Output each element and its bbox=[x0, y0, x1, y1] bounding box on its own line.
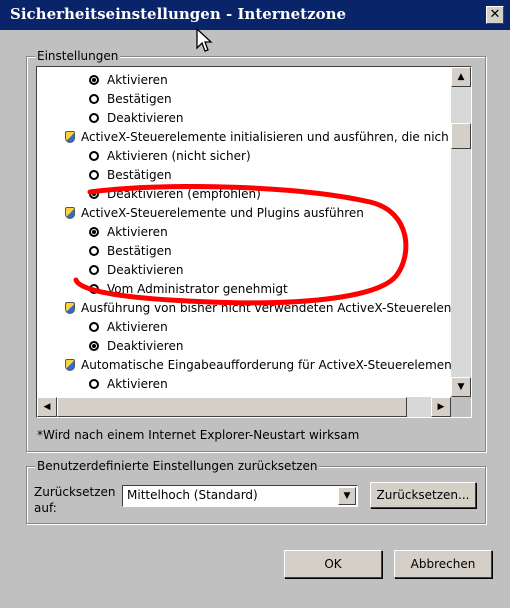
radio-checked-icon[interactable] bbox=[89, 341, 99, 351]
radio-checked-icon[interactable] bbox=[89, 227, 99, 237]
scroll-up-button[interactable]: ▲ bbox=[451, 67, 471, 87]
setting-option[interactable]: Aktivieren bbox=[89, 318, 168, 337]
setting-label: Bestätigen bbox=[107, 244, 172, 258]
setting-label: Deaktivieren bbox=[107, 111, 184, 125]
radio-unchecked-icon[interactable] bbox=[89, 113, 99, 123]
setting-option[interactable]: Aktivieren (nicht sicher) bbox=[89, 147, 251, 166]
setting-label: Aktivieren bbox=[107, 225, 168, 239]
setting-label: ActiveX-Steuerelemente und Plugins ausfü… bbox=[81, 206, 364, 220]
security-shield-icon bbox=[65, 302, 75, 314]
setting-option[interactable]: Deaktivieren bbox=[89, 261, 183, 280]
radio-checked-icon[interactable] bbox=[89, 75, 99, 85]
setting-label: Deaktivieren bbox=[107, 263, 184, 277]
horizontal-scrollbar[interactable]: ◀ ▶ bbox=[37, 397, 451, 417]
setting-option[interactable]: Bestätigen bbox=[89, 90, 172, 109]
setting-option[interactable]: Deaktivieren bbox=[89, 337, 183, 356]
radio-unchecked-icon[interactable] bbox=[89, 322, 99, 332]
setting-option[interactable]: Vom Administrator genehmigt bbox=[89, 280, 288, 299]
setting-label: Automatische Eingabeaufforderung für Act… bbox=[81, 358, 451, 372]
setting-option[interactable]: Aktivieren bbox=[89, 223, 168, 242]
setting-label: Aktivieren bbox=[107, 320, 168, 334]
settings-listbox[interactable]: Aktivieren Bestätigen Deaktivieren ActiveX-… bbox=[36, 66, 472, 418]
reset-group-label: Benutzerdefinierte Einstellungen zurücks… bbox=[35, 459, 320, 473]
radio-unchecked-icon[interactable] bbox=[89, 284, 99, 294]
setting-category[interactable]: ActiveX-Steuerelemente und Plugins ausfü… bbox=[65, 204, 364, 223]
reset-level-value: Mittelhoch (Standard) bbox=[127, 488, 258, 502]
security-shield-icon bbox=[65, 207, 75, 219]
security-shield-icon bbox=[65, 131, 75, 143]
setting-label: Ausführung von bisher nicht verwendeten … bbox=[81, 301, 451, 315]
setting-option[interactable]: Aktivieren bbox=[89, 71, 168, 90]
setting-label: Aktivieren (nicht sicher) bbox=[107, 149, 251, 163]
setting-label: Bestätigen bbox=[107, 168, 172, 182]
settings-list[interactable]: Aktivieren Bestätigen Deaktivieren ActiveX-… bbox=[37, 67, 451, 397]
security-shield-icon bbox=[65, 359, 75, 371]
setting-label: Aktivieren bbox=[107, 73, 168, 87]
radio-unchecked-icon[interactable] bbox=[89, 379, 99, 389]
radio-unchecked-icon[interactable] bbox=[89, 265, 99, 275]
radio-unchecked-icon[interactable] bbox=[89, 94, 99, 104]
window-title: Sicherheitseinstellungen - Internetzone bbox=[10, 5, 347, 23]
radio-unchecked-icon[interactable] bbox=[89, 170, 99, 180]
setting-option[interactable]: Bestätigen bbox=[89, 242, 172, 261]
scroll-left-button[interactable]: ◀ bbox=[37, 397, 57, 417]
ok-button[interactable]: OK bbox=[284, 550, 382, 578]
radio-unchecked-icon[interactable] bbox=[89, 151, 99, 161]
setting-option[interactable]: Deaktivieren (empfohlen) bbox=[89, 185, 261, 204]
setting-option[interactable]: Deaktivieren bbox=[89, 109, 183, 128]
restart-note: *Wird nach einem Internet Explorer-Neust… bbox=[37, 428, 360, 442]
reset-level-dropdown[interactable]: Mittelhoch (Standard) ▼ bbox=[122, 485, 358, 507]
setting-label: Deaktivieren (empfohlen) bbox=[107, 187, 261, 201]
mouse-cursor-icon bbox=[196, 28, 213, 52]
setting-option[interactable]: Bestätigen bbox=[89, 166, 172, 185]
vertical-scrollbar[interactable]: ▲ ▼ bbox=[451, 67, 471, 397]
radio-unchecked-icon[interactable] bbox=[89, 246, 99, 256]
close-button[interactable]: ✕ bbox=[486, 6, 504, 24]
setting-category[interactable]: Automatische Eingabeaufforderung für Act… bbox=[65, 356, 451, 375]
vertical-scroll-thumb[interactable] bbox=[451, 123, 471, 149]
radio-checked-icon[interactable] bbox=[89, 189, 99, 199]
setting-label: Deaktivieren bbox=[107, 339, 184, 353]
scroll-right-button[interactable]: ▶ bbox=[431, 397, 451, 417]
setting-category[interactable]: ActiveX-Steuerelemente initialisieren un… bbox=[65, 128, 449, 147]
setting-label: ActiveX-Steuerelemente initialisieren un… bbox=[81, 130, 449, 144]
settings-group-label: Einstellungen bbox=[35, 49, 121, 63]
setting-label: Vom Administrator genehmigt bbox=[107, 282, 288, 296]
setting-category[interactable]: Ausführung von bisher nicht verwendeten … bbox=[65, 299, 451, 318]
setting-label: Aktivieren bbox=[107, 377, 168, 391]
title-bar[interactable]: Sicherheitseinstellungen - Internetzone … bbox=[0, 0, 510, 30]
scroll-down-button[interactable]: ▼ bbox=[451, 377, 471, 397]
setting-label: Bestätigen bbox=[107, 92, 172, 106]
dropdown-arrow-button[interactable]: ▼ bbox=[338, 487, 356, 505]
reset-to-label: Zurücksetzen auf: bbox=[34, 485, 116, 515]
reset-button[interactable]: Zurücksetzen... bbox=[370, 482, 476, 508]
setting-option[interactable]: Aktivieren bbox=[89, 375, 168, 394]
cancel-button[interactable]: Abbrechen bbox=[394, 550, 492, 578]
horizontal-scroll-thumb[interactable] bbox=[57, 397, 407, 417]
scrollbar-corner bbox=[451, 397, 471, 417]
security-settings-dialog: Sicherheitseinstellungen - Internetzone … bbox=[0, 0, 510, 608]
